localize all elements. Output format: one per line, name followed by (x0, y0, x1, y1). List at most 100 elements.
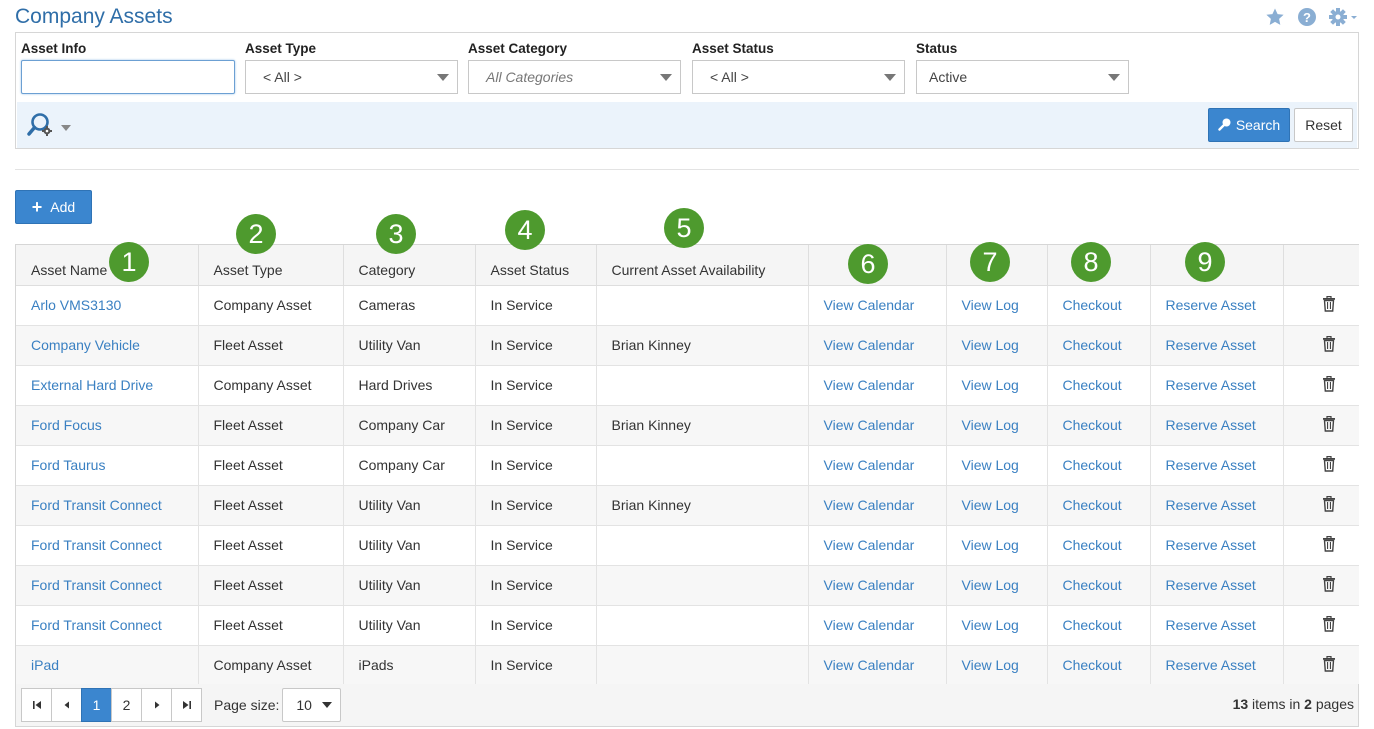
first-page-button[interactable] (21, 688, 52, 722)
reserve-asset-link[interactable]: Reserve Asset (1166, 457, 1256, 473)
asset-name-link[interactable]: Ford Transit Connect (31, 537, 162, 553)
reserve-asset-link[interactable]: Reserve Asset (1166, 497, 1256, 513)
asset-status-value: < All > (710, 69, 749, 85)
view-log-link[interactable]: View Log (962, 657, 1019, 673)
reserve-asset-link[interactable]: Reserve Asset (1166, 657, 1256, 673)
asset-type-value: < All > (263, 69, 302, 85)
trash-icon[interactable] (1322, 535, 1336, 555)
column-header-availability[interactable]: Current Asset Availability (596, 245, 809, 286)
reserve-asset-link[interactable]: Reserve Asset (1166, 617, 1256, 633)
asset-status-cell: In Service (475, 445, 597, 486)
reset-button[interactable]: Reset (1294, 108, 1353, 142)
view-log-link[interactable]: View Log (962, 297, 1019, 313)
help-icon[interactable]: ? (1296, 6, 1318, 28)
view-log-link[interactable]: View Log (962, 337, 1019, 353)
checkout-link[interactable]: Checkout (1063, 657, 1122, 673)
last-page-button[interactable] (171, 688, 202, 722)
category-cell: Company Car (343, 405, 476, 446)
asset-name-link[interactable]: iPad (31, 657, 59, 673)
next-page-button[interactable] (141, 688, 172, 722)
view-calendar-link[interactable]: View Calendar (824, 577, 915, 593)
view-log-link[interactable]: View Log (962, 457, 1019, 473)
page-button-1[interactable]: 1 (81, 688, 112, 722)
asset-type-select[interactable]: < All > (245, 60, 458, 94)
page-button-2[interactable]: 2 (111, 688, 142, 722)
asset-type-cell: Fleet Asset (198, 605, 344, 646)
asset-name-link[interactable]: Arlo VMS3130 (31, 297, 121, 313)
page-size-value: 10 (296, 697, 312, 713)
checkout-link[interactable]: Checkout (1063, 377, 1122, 393)
trash-icon[interactable] (1322, 655, 1336, 675)
category-cell: Cameras (343, 285, 476, 326)
view-log-link[interactable]: View Log (962, 617, 1019, 633)
checkout-link[interactable]: Checkout (1063, 337, 1122, 353)
column-header-asset-type[interactable]: Asset Type (198, 245, 344, 286)
reserve-asset-link[interactable]: Reserve Asset (1166, 537, 1256, 553)
availability-cell (596, 565, 809, 606)
asset-name-link[interactable]: Ford Transit Connect (31, 497, 162, 513)
status-select[interactable]: Active (916, 60, 1129, 94)
view-log-link[interactable]: View Log (962, 537, 1019, 553)
asset-name-link[interactable]: Company Vehicle (31, 337, 140, 353)
search-icon (1218, 117, 1232, 134)
view-calendar-link[interactable]: View Calendar (824, 657, 915, 673)
column-header-category[interactable]: Category (343, 245, 476, 286)
reserve-asset-link[interactable]: Reserve Asset (1166, 417, 1256, 433)
asset-info-input[interactable] (21, 60, 235, 94)
asset-name-link[interactable]: Ford Transit Connect (31, 617, 162, 633)
asset-name-link[interactable]: Ford Taurus (31, 457, 105, 473)
trash-icon[interactable] (1322, 455, 1336, 475)
trash-icon[interactable] (1322, 615, 1336, 635)
trash-icon[interactable] (1322, 335, 1336, 355)
view-log-link[interactable]: View Log (962, 497, 1019, 513)
asset-category-select[interactable]: All Categories (468, 60, 681, 94)
trash-icon[interactable] (1322, 495, 1336, 515)
gear-icon[interactable] (1328, 6, 1360, 28)
view-calendar-link[interactable]: View Calendar (824, 497, 915, 513)
reserve-asset-link[interactable]: Reserve Asset (1166, 577, 1256, 593)
asset-name-link[interactable]: External Hard Drive (31, 377, 153, 393)
view-calendar-link[interactable]: View Calendar (824, 537, 915, 553)
asset-name-link[interactable]: Ford Focus (31, 417, 102, 433)
category-cell: Utility Van (343, 325, 476, 366)
asset-status-select[interactable]: < All > (692, 60, 905, 94)
column-header-asset-status[interactable]: Asset Status (475, 245, 597, 286)
checkout-link[interactable]: Checkout (1063, 417, 1122, 433)
view-calendar-link[interactable]: View Calendar (824, 617, 915, 633)
search-button[interactable]: Search (1208, 108, 1290, 142)
star-icon[interactable] (1264, 6, 1286, 28)
add-asset-button[interactable]: + Add (15, 190, 92, 224)
page-size-select[interactable]: 10 (282, 688, 342, 722)
table-row: Arlo VMS3130 Company Asset Cameras In Servi… (16, 285, 1359, 326)
prev-page-button[interactable] (51, 688, 82, 722)
view-calendar-link[interactable]: View Calendar (824, 417, 915, 433)
view-calendar-link[interactable]: View Calendar (824, 457, 915, 473)
checkout-link[interactable]: Checkout (1063, 617, 1122, 633)
checkout-link[interactable]: Checkout (1063, 537, 1122, 553)
reserve-asset-link[interactable]: Reserve Asset (1166, 337, 1256, 353)
checkout-link[interactable]: Checkout (1063, 497, 1122, 513)
view-calendar-link[interactable]: View Calendar (824, 297, 915, 313)
checkout-link[interactable]: Checkout (1063, 297, 1122, 313)
asset-name-link[interactable]: Ford Transit Connect (31, 577, 162, 593)
column-header-asset-name[interactable]: Asset Name (16, 245, 199, 286)
annotation-badge: 9 (1185, 242, 1225, 282)
trash-icon[interactable] (1322, 375, 1336, 395)
view-log-link[interactable]: View Log (962, 377, 1019, 393)
annotation-badge: 1 (109, 242, 149, 282)
checkout-link[interactable]: Checkout (1063, 577, 1122, 593)
trash-icon[interactable] (1322, 415, 1336, 435)
view-calendar-link[interactable]: View Calendar (824, 377, 915, 393)
advanced-search-toggle[interactable] (27, 112, 71, 143)
view-log-link[interactable]: View Log (962, 577, 1019, 593)
add-button-label: Add (50, 199, 76, 215)
checkout-link[interactable]: Checkout (1063, 457, 1122, 473)
trash-icon[interactable] (1322, 295, 1336, 315)
view-log-link[interactable]: View Log (962, 417, 1019, 433)
trash-icon[interactable] (1322, 575, 1336, 595)
filter-asset-info: Asset Info (21, 40, 235, 94)
pager-info-text: items in (1248, 696, 1305, 712)
view-calendar-link[interactable]: View Calendar (824, 337, 915, 353)
reserve-asset-link[interactable]: Reserve Asset (1166, 377, 1256, 393)
reserve-asset-link[interactable]: Reserve Asset (1166, 297, 1256, 313)
